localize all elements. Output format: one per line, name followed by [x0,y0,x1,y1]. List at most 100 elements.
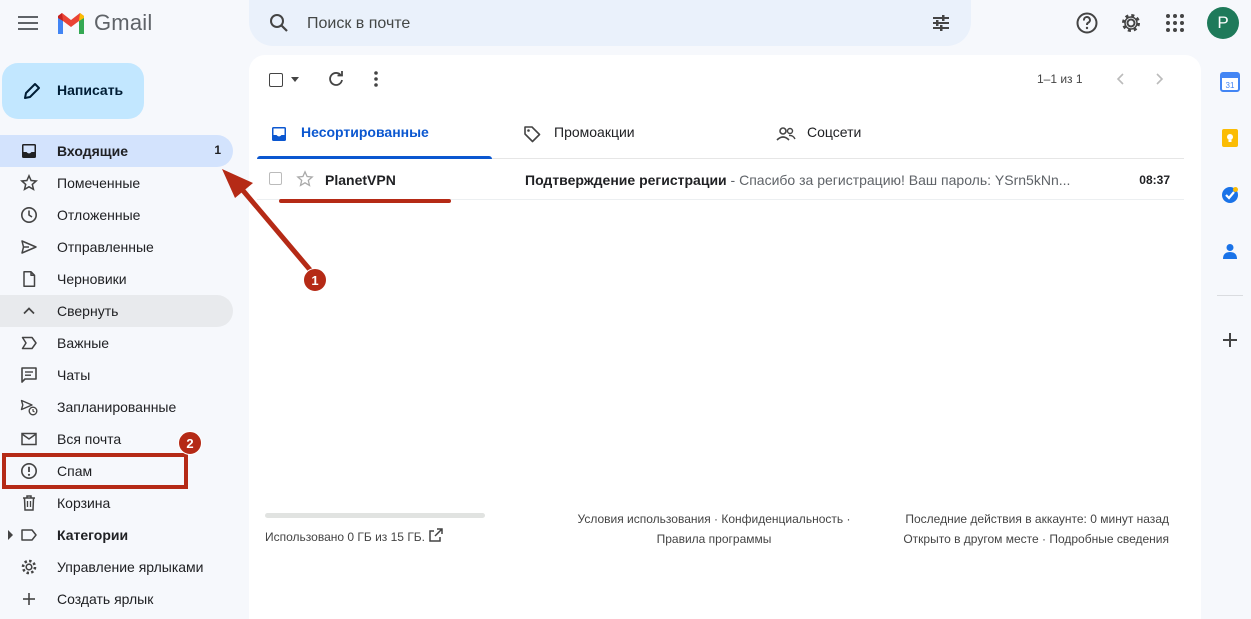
storage-usage-bar [265,513,485,518]
sidebar-item-label: Корзина [57,495,111,511]
unread-count: 1 [214,143,221,157]
trash-icon [23,495,35,511]
inbox-icon [22,144,36,158]
account-activity: Последние действия в аккаунте: 0 минут н… [869,509,1169,549]
sidebar-item-collapse[interactable]: Свернуть [0,295,233,327]
gmail-logo[interactable]: Gmail [56,8,152,38]
chevron-left-icon[interactable] [1113,71,1129,87]
send-icon [21,240,37,254]
settings-gear-icon[interactable] [1119,11,1143,35]
tab-label: Несортированные [301,124,429,140]
annotation-badge-2: 2 [178,431,202,455]
email-time: 08:37 [1139,173,1170,187]
footer-links: Условия использования · Конфиденциальнос… [577,512,851,546]
star-icon [20,174,38,191]
contacts-icon[interactable] [1220,241,1240,261]
sidebar-item-label: Помеченные [57,175,141,191]
email-row[interactable]: PlanetVPN Подтверждение регистрации - Сп… [257,159,1184,200]
gmail-m-icon [58,13,84,34]
sidebar-item-label: Отправленные [57,239,154,255]
plus-icon [23,593,35,605]
sidebar-item-label: Отложенные [57,207,141,223]
tab-label: Промоакции [554,124,635,140]
sidebar-nav: Входящие 1 Помеченные Отложенные Отправл… [0,135,248,615]
sidebar-item-label: Свернуть [57,303,119,319]
gear-icon [21,559,37,575]
sidebar-item-inbox[interactable]: Входящие 1 [0,135,233,167]
inbox-icon [272,127,286,141]
people-icon [776,127,796,141]
draft-icon [23,271,36,287]
annotation-spam-highlight [2,453,188,489]
chevron-right-icon[interactable] [1151,71,1167,87]
sidebar-item-label: Черновики [57,271,127,287]
refresh-icon[interactable] [327,70,345,88]
tab-label: Соцсети [807,124,862,140]
main-panel: 1–1 из 1 Несортированные Промоакции Соцс… [249,55,1201,619]
mail-toolbar: 1–1 из 1 [249,55,1201,103]
details-link[interactable]: Подробные сведения [1049,532,1169,546]
tasks-icon[interactable] [1220,185,1240,205]
compose-label: Написать [57,82,124,98]
sidebar-item-sent[interactable]: Отправленные [0,231,233,263]
compose-button[interactable]: Написать [2,63,144,119]
sidebar-item-drafts[interactable]: Черновики [0,263,233,295]
tab-primary[interactable]: Несортированные [257,110,492,159]
last-activity-text: Последние действия в аккаунте: 0 минут н… [905,512,1169,526]
tab-promotions[interactable]: Промоакции [510,110,745,158]
storage-text: Использовано 0 ГБ из 15 ГБ. [265,530,426,544]
svg-text:31: 31 [1226,81,1235,90]
search-input[interactable] [305,11,909,37]
chat-icon [21,367,37,383]
help-icon[interactable] [1075,11,1099,35]
category-tabs: Несортированные Промоакции Соцсети [257,110,1184,159]
sidebar-item-manage-labels[interactable]: Управление ярлыками [0,551,233,583]
account-avatar[interactable]: P [1207,7,1239,39]
sidebar-item-categories[interactable]: Категории [0,519,233,551]
sidebar-item-trash[interactable]: Корзина [0,487,233,519]
select-all-checkbox[interactable] [269,73,283,87]
privacy-link[interactable]: Конфиденциальность [721,512,843,526]
all-mail-icon [21,432,37,446]
sidebar-item-label: Вся почта [57,431,122,447]
tab-social[interactable]: Соцсети [763,110,998,158]
apps-grid-icon[interactable] [1163,11,1187,35]
calendar-icon[interactable]: 31 [1220,72,1240,92]
expand-caret-icon[interactable] [8,530,13,540]
open-external-icon[interactable] [428,527,444,543]
add-addon-plus-icon[interactable] [1220,330,1240,350]
select-dropdown-icon[interactable] [291,77,299,82]
keep-icon[interactable] [1220,128,1240,148]
more-vert-icon[interactable] [373,69,379,89]
email-sender: PlanetVPN [325,172,396,188]
important-icon [21,336,37,350]
chevron-up-icon [23,307,35,315]
sidebar-item-create-label[interactable]: Создать ярлык [0,583,233,615]
terms-link[interactable]: Условия использования [578,512,711,526]
tag-icon [524,126,541,143]
label-icon [21,529,37,541]
sidebar-item-label: Управление ярлыками [57,559,204,575]
search-options-icon[interactable] [929,11,953,35]
main-menu-button[interactable] [16,12,40,34]
sidebar-item-label: Чаты [57,367,91,383]
email-subject-line: Подтверждение регистрации - Спасибо за р… [525,172,1070,188]
search-bar[interactable] [249,0,971,46]
sidebar-item-important[interactable]: Важные [0,327,233,359]
program-policies-link[interactable]: Правила программы [657,532,772,546]
sidebar-item-label: Важные [57,335,110,351]
annotation-badge-1: 1 [303,268,327,292]
sidebar-item-chats[interactable]: Чаты [0,359,233,391]
clock-icon [21,207,37,223]
annotation-underline [279,199,451,203]
sidebar-item-scheduled[interactable]: Запланированные [0,391,233,423]
email-subject: Подтверждение регистрации [525,172,727,188]
sidebar-item-starred[interactable]: Помеченные [0,167,233,199]
search-icon[interactable] [267,11,291,35]
sidebar-item-snoozed[interactable]: Отложенные [0,199,233,231]
pagination-text: 1–1 из 1 [1037,72,1083,86]
app-name: Gmail [94,10,153,35]
sidebar-item-label: Запланированные [57,399,177,415]
email-snippet: - Спасибо за регистрацию! Ваш пароль: YS… [726,172,1071,188]
rail-divider [1217,295,1243,296]
